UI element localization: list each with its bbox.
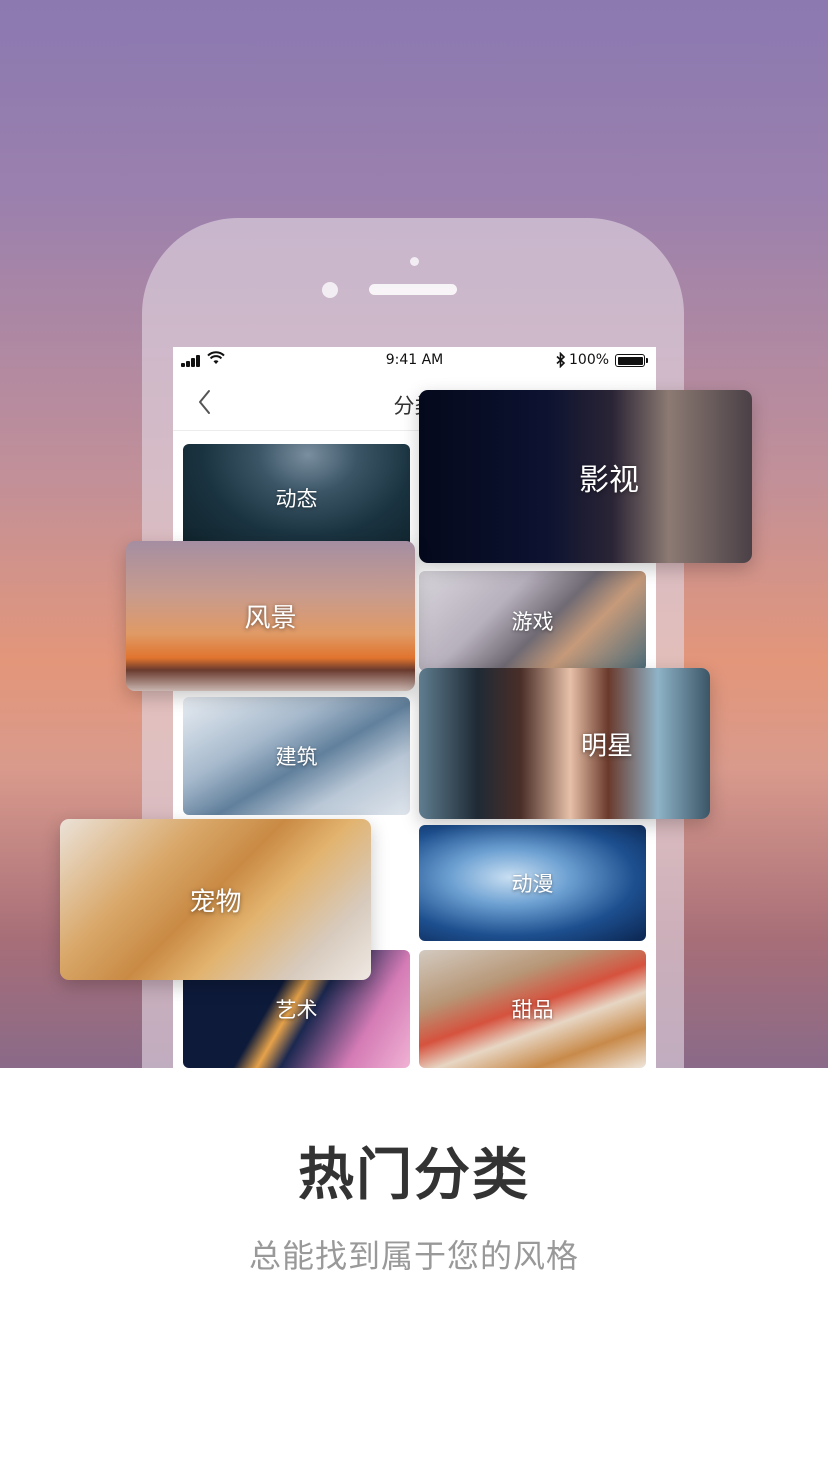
featured-tile-chongwu[interactable]: 宠物 (60, 819, 371, 980)
featured-label: 影视 (579, 462, 639, 498)
front-camera (322, 282, 338, 298)
battery-icon (615, 354, 645, 367)
earpiece-speaker (369, 284, 457, 295)
category-label: 游戏 (511, 610, 554, 634)
category-tile-tianpin[interactable]: 甜品 (419, 950, 646, 1068)
featured-tile-fengjing[interactable]: 风景 (126, 541, 415, 691)
category-label: 建筑 (275, 745, 318, 769)
category-label: 动态 (275, 487, 318, 511)
front-sensor (410, 257, 419, 266)
category-tile-jianzhu[interactable]: 建筑 (183, 697, 410, 815)
featured-label: 明星 (580, 731, 633, 761)
battery-cap (646, 358, 648, 363)
promo-subline: 总能找到属于您的风格 (248, 1237, 579, 1275)
category-tile-dongman[interactable]: 动漫 (419, 825, 646, 941)
featured-tile-mingxing[interactable]: 明星 (419, 668, 710, 819)
battery-level (617, 356, 643, 365)
category-label: 动漫 (511, 872, 554, 896)
battery-percentage: 100% (569, 352, 610, 368)
status-bar: 9:41 AM 100% (173, 347, 656, 375)
promo-headline: 热门分类 (298, 1143, 530, 1208)
featured-label: 宠物 (189, 887, 242, 917)
hero-background: 9:41 AM 100% 分类 动态 建筑 艺术 游戏 动漫 甜品 影视 风景 … (0, 0, 828, 1068)
category-label: 甜品 (511, 998, 554, 1022)
featured-label: 风景 (244, 603, 297, 634)
category-tile-youxi[interactable]: 游戏 (419, 571, 646, 671)
category-tile-dongtai[interactable]: 动态 (183, 444, 410, 552)
featured-tile-yingshi[interactable]: 影视 (419, 390, 752, 563)
bluetooth-icon (556, 352, 566, 368)
category-label: 艺术 (275, 998, 318, 1022)
